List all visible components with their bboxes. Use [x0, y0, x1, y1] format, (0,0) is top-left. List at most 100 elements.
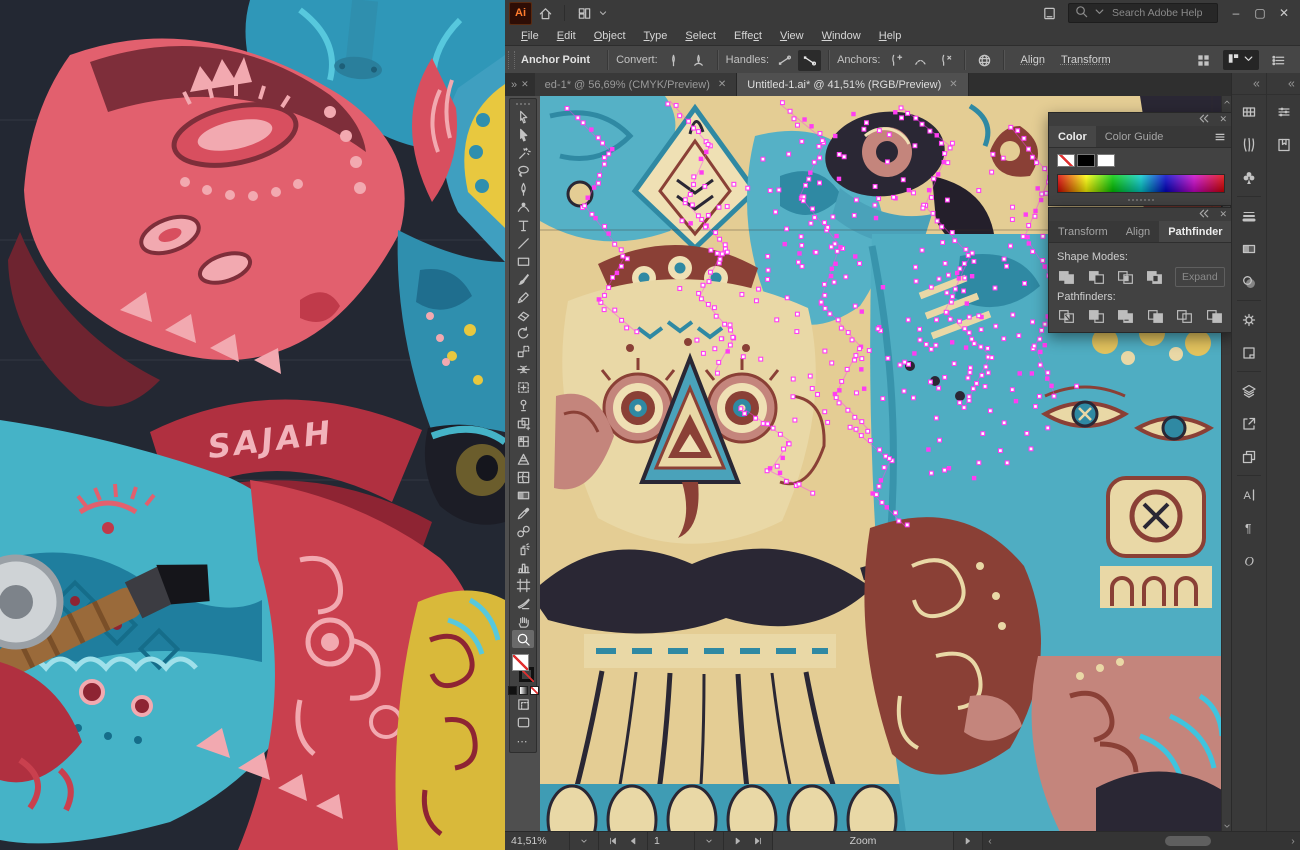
- maximize-button[interactable]: ▢: [1248, 2, 1272, 24]
- menu-effect[interactable]: Effect: [725, 28, 771, 44]
- artboard-dropdown[interactable]: [695, 832, 724, 850]
- properties-panel-icon[interactable]: [1267, 95, 1300, 128]
- scroll-left-icon[interactable]: ‹: [983, 835, 997, 847]
- document-tab-2[interactable]: Untitled-1.ai* @ 41,51% (RGB/Preview)✕: [737, 73, 968, 96]
- shape-mode-minus-front-icon[interactable]: [1086, 268, 1106, 286]
- show-handles-icon[interactable]: [773, 50, 796, 71]
- status-display-menu[interactable]: [954, 832, 983, 850]
- convert-to-corner-icon[interactable]: [662, 50, 685, 71]
- draw-mode-button[interactable]: [512, 695, 534, 713]
- menu-select[interactable]: Select: [676, 28, 725, 44]
- pathfinder-minus-back-icon[interactable]: [1205, 307, 1226, 325]
- home-icon[interactable]: [532, 2, 558, 24]
- edit-toolbar-ellipsis[interactable]: ⋯: [517, 735, 530, 748]
- tab-close-icon[interactable]: ✕: [949, 79, 957, 90]
- tab-close-icon[interactable]: ✕: [718, 79, 726, 90]
- symbol-sprayer-tool[interactable]: [512, 540, 534, 558]
- convert-to-smooth-icon[interactable]: [687, 50, 710, 71]
- collapse-panel-icon[interactable]: [1196, 111, 1211, 128]
- pathfinder-tab-align[interactable]: Align: [1117, 221, 1159, 242]
- menu-file[interactable]: File: [512, 28, 548, 44]
- menu-type[interactable]: Type: [635, 28, 677, 44]
- transparency-panel-icon[interactable]: [1232, 265, 1266, 298]
- hide-handles-icon[interactable]: [798, 50, 821, 71]
- paintbrush-tool[interactable]: [512, 270, 534, 288]
- pen-tool[interactable]: [512, 180, 534, 198]
- menu-window[interactable]: Window: [813, 28, 870, 44]
- brushes-panel-icon[interactable]: [1232, 128, 1266, 161]
- close-all-icon[interactable]: ✕: [521, 79, 529, 90]
- search-input[interactable]: [1110, 6, 1212, 20]
- minimize-button[interactable]: –: [1224, 2, 1248, 24]
- paragraph-panel-icon[interactable]: ¶: [1232, 511, 1266, 544]
- illustrator-logo-icon[interactable]: Ai: [509, 2, 532, 25]
- close-panel-icon[interactable]: ✕: [1219, 114, 1227, 125]
- fill-stroke-indicator[interactable]: [511, 653, 535, 683]
- workspace-grid-icon[interactable]: [1192, 50, 1215, 71]
- zoom-dropdown[interactable]: [570, 832, 599, 850]
- hand-tool[interactable]: [512, 612, 534, 630]
- color-tab-color-guide[interactable]: Color Guide: [1096, 126, 1173, 147]
- width-tool[interactable]: [512, 360, 534, 378]
- document-tab-1[interactable]: ed-1* @ 56,69% (CMYK/Preview)✕: [535, 73, 738, 96]
- direct-selection-tool[interactable]: [512, 126, 534, 144]
- workspace-switcher-button[interactable]: [1223, 50, 1259, 70]
- rectangle-tool[interactable]: [512, 252, 534, 270]
- align-link[interactable]: Align: [1020, 54, 1044, 66]
- color-tab-color[interactable]: Color: [1049, 126, 1096, 147]
- lasso-tool[interactable]: [512, 162, 534, 180]
- opentype-panel-icon[interactable]: O: [1232, 544, 1266, 577]
- artboard-tool[interactable]: [512, 576, 534, 594]
- shape-mode-exclude-icon[interactable]: [1145, 268, 1165, 286]
- pathfinder-tab-transform[interactable]: Transform: [1049, 221, 1117, 242]
- color-spectrum-bar[interactable]: [1057, 174, 1225, 193]
- close-button[interactable]: ✕: [1272, 2, 1296, 24]
- next-artboard-button[interactable]: [730, 836, 746, 846]
- panel-list-icon[interactable]: [1267, 50, 1290, 71]
- column-graph-tool[interactable]: [512, 558, 534, 576]
- close-panel-icon[interactable]: ✕: [1219, 209, 1227, 220]
- stroke-panel-icon[interactable]: [1232, 199, 1266, 232]
- menu-object[interactable]: Object: [585, 28, 635, 44]
- horizontal-scrollbar-thumb[interactable]: [1165, 836, 1211, 846]
- status-display[interactable]: Zoom: [773, 832, 954, 850]
- asset-export-panel-icon[interactable]: [1232, 440, 1266, 473]
- rotate-tool[interactable]: [512, 324, 534, 342]
- gradient-tool[interactable]: [512, 486, 534, 504]
- zoom-level-select[interactable]: 41,51%: [505, 832, 570, 850]
- appearance-panel-icon[interactable]: [1232, 303, 1266, 336]
- pathfinder-trim-icon[interactable]: [1087, 307, 1108, 325]
- white-swatch[interactable]: [1097, 154, 1115, 167]
- artboards-panel-icon[interactable]: [1232, 336, 1266, 369]
- arrange-documents-icon[interactable]: [571, 2, 597, 24]
- shape-mode-intersect-icon[interactable]: [1116, 268, 1136, 286]
- selection-tool[interactable]: [512, 108, 534, 126]
- swatches-panel-icon[interactable]: [1232, 95, 1266, 128]
- pathfinder-tab-pathfinder[interactable]: Pathfinder: [1159, 221, 1231, 242]
- chevron-down-icon[interactable]: [597, 7, 609, 19]
- pathfinder-crop-icon[interactable]: [1146, 307, 1167, 325]
- color-button[interactable]: [508, 686, 517, 695]
- character-panel-icon[interactable]: A: [1232, 478, 1266, 511]
- eraser-tool[interactable]: [512, 306, 534, 324]
- drag-grip[interactable]: [516, 103, 530, 105]
- mesh-tool[interactable]: [512, 468, 534, 486]
- blend-tool[interactable]: [512, 522, 534, 540]
- dock-collapse-icon[interactable]: [1267, 73, 1300, 95]
- dock-collapse-icon[interactable]: [1232, 73, 1266, 95]
- layers-panel-icon[interactable]: [1232, 374, 1266, 407]
- prev-artboard-button[interactable]: [625, 836, 641, 846]
- gpu-performance-icon[interactable]: [1036, 2, 1062, 24]
- black-swatch[interactable]: [1077, 154, 1095, 167]
- first-artboard-button[interactable]: [605, 836, 621, 846]
- scroll-right-icon[interactable]: ›: [1286, 835, 1300, 847]
- line-segment-tool[interactable]: [512, 234, 534, 252]
- eyedropper-tool[interactable]: [512, 504, 534, 522]
- tab-overflow-icon[interactable]: »: [511, 79, 517, 91]
- symbols-panel-icon[interactable]: [1232, 161, 1266, 194]
- perspective-grid-tool[interactable]: [512, 450, 534, 468]
- remove-anchor-icon[interactable]: [909, 50, 932, 71]
- gradient-panel-icon[interactable]: [1232, 232, 1266, 265]
- horizontal-scrollbar[interactable]: ‹ ›: [983, 832, 1300, 850]
- scale-tool[interactable]: [512, 342, 534, 360]
